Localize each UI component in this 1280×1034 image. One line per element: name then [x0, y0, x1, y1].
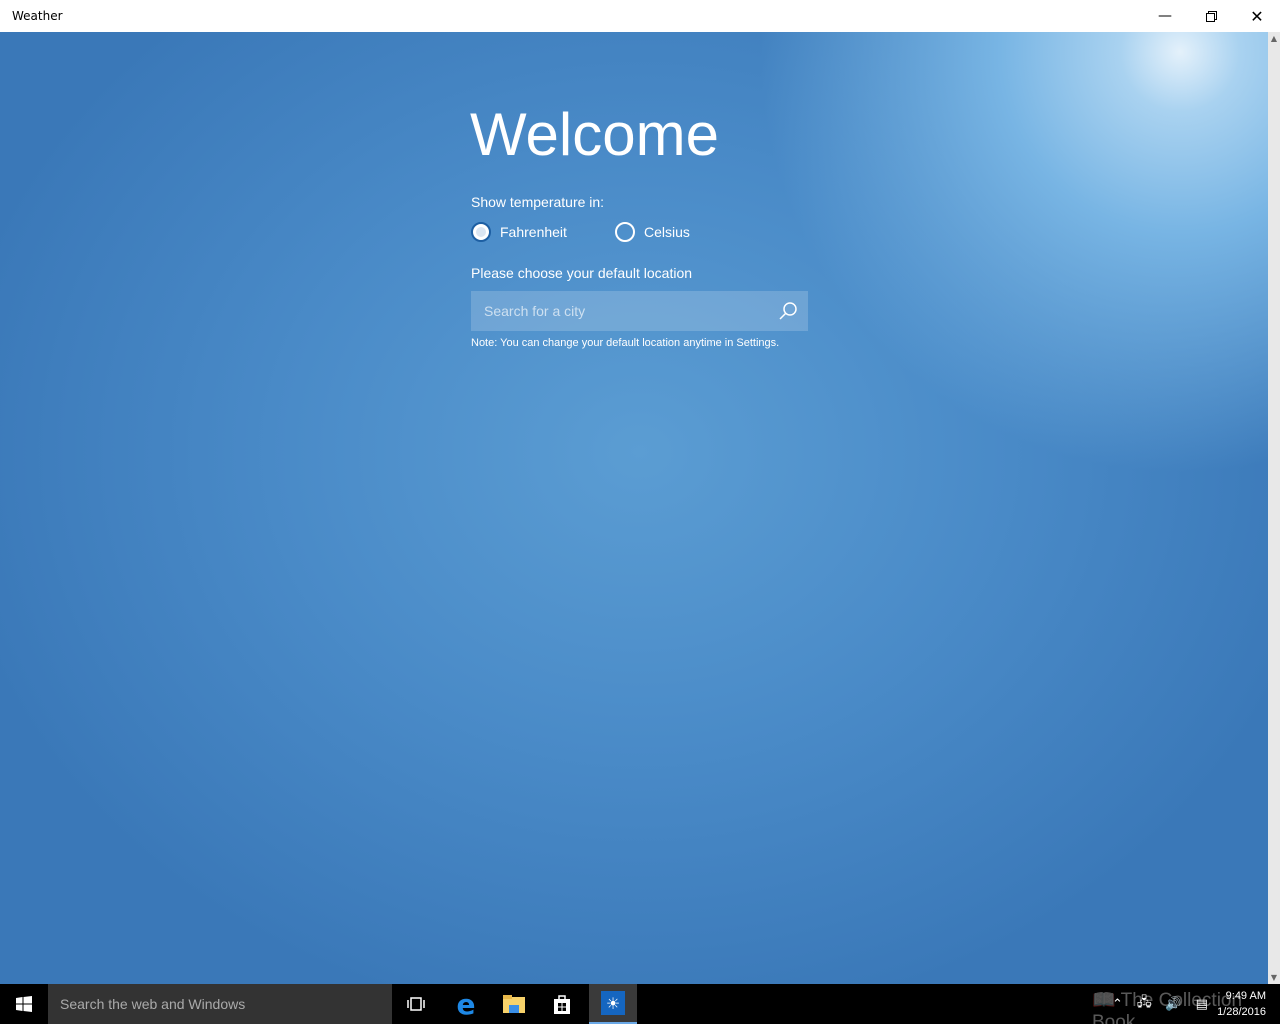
taskbar: Search the web and Windows e ☀ 📖 The Col…: [0, 984, 1280, 1033]
scrollbar[interactable]: ▲ ▼: [1268, 32, 1280, 984]
celsius-radio[interactable]: Celsius: [615, 222, 690, 242]
window-title: Weather: [12, 9, 63, 23]
file-explorer-icon[interactable]: [490, 984, 538, 1024]
fahrenheit-radio[interactable]: Fahrenheit: [471, 222, 567, 242]
clock[interactable]: 9:49 AM 1/28/2016: [1217, 988, 1266, 1020]
weather-taskbar-button[interactable]: ☀: [589, 984, 637, 1024]
location-label: Please choose your default location: [471, 265, 693, 281]
weather-app-content: [0, 32, 1268, 984]
search-icon[interactable]: [768, 301, 808, 321]
clock-time: 9:49 AM: [1225, 990, 1266, 1002]
windows-logo-icon: [16, 996, 32, 1012]
close-button[interactable]: ✕: [1234, 0, 1280, 32]
restore-button[interactable]: [1188, 0, 1234, 32]
scroll-up-icon[interactable]: ▲: [1268, 34, 1280, 43]
start-button[interactable]: [0, 984, 48, 1024]
location-note: Note: You can change your default locati…: [471, 337, 780, 349]
store-icon[interactable]: [538, 984, 586, 1024]
title-bar: Weather — ✕: [0, 0, 1280, 32]
show-hidden-icons-chevron-icon[interactable]: ⌃: [1112, 997, 1123, 1012]
volume-icon[interactable]: 🔊: [1165, 997, 1181, 1012]
city-search-box[interactable]: [471, 291, 808, 331]
radio-unselected-icon: [615, 222, 635, 242]
clock-date: 1/28/2016: [1217, 1006, 1266, 1018]
edge-icon[interactable]: e: [442, 984, 490, 1024]
city-search-input[interactable]: [471, 303, 768, 319]
action-center-icon[interactable]: ▤: [1196, 997, 1208, 1012]
weather-sun-icon: ☀: [601, 991, 625, 1015]
system-tray: ⌃ 🖧 🔊 ▤: [1112, 984, 1208, 1024]
welcome-heading: Welcome: [470, 101, 719, 168]
network-icon[interactable]: 🖧: [1137, 993, 1152, 1015]
task-view-icon: [407, 997, 425, 1011]
task-view-button[interactable]: [392, 984, 440, 1024]
taskbar-search[interactable]: Search the web and Windows: [48, 984, 392, 1024]
celsius-label: Celsius: [644, 224, 690, 240]
scroll-down-icon[interactable]: ▼: [1268, 973, 1280, 982]
temperature-label: Show temperature in:: [471, 194, 605, 210]
minimize-button[interactable]: —: [1142, 0, 1188, 32]
radio-selected-icon: [471, 222, 491, 242]
restore-icon: [1205, 10, 1217, 22]
fahrenheit-label: Fahrenheit: [500, 224, 567, 240]
